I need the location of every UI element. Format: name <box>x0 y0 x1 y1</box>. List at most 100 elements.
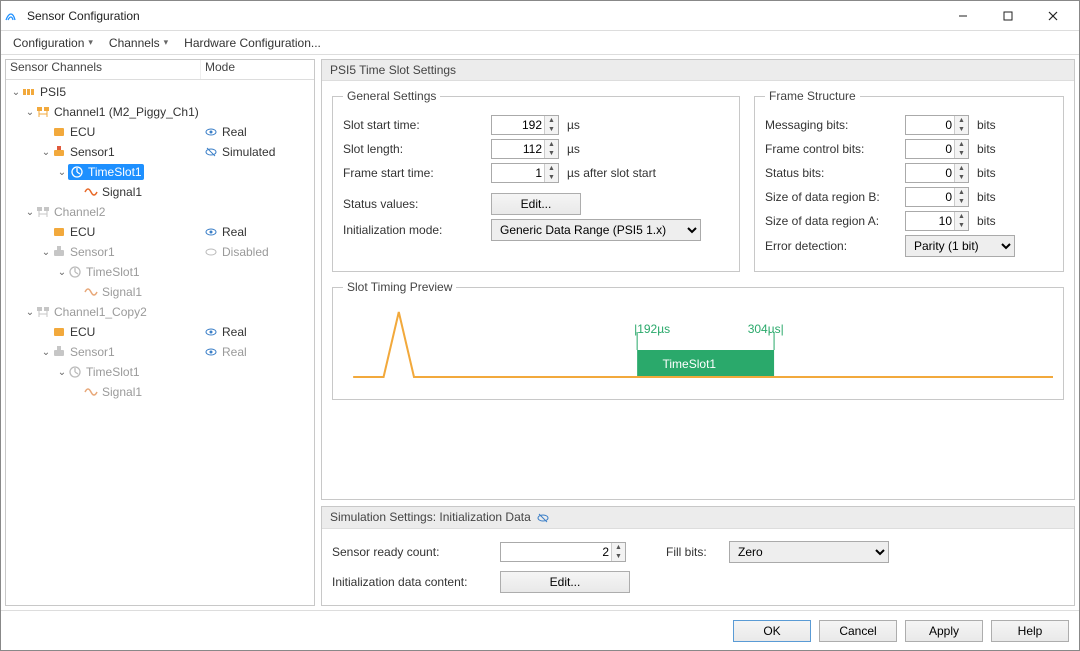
tree-node-channel1copy2[interactable]: ⌄ Channel1_Copy2 <box>6 302 314 322</box>
sensor-ready-label: Sensor ready count: <box>332 545 492 559</box>
spin-up-icon[interactable]: ▲ <box>545 140 558 149</box>
tree-node-ch1-timeslot[interactable]: ⌄ TimeSlot1 <box>6 162 314 182</box>
slot-timing-preview: |192µs 304µs| TimeSlot1 <box>343 302 1053 392</box>
tree-label: Channel1 (M2_Piggy_Ch1) <box>54 105 199 119</box>
sensor-icon <box>52 245 66 259</box>
spin-up-icon[interactable]: ▲ <box>545 164 558 173</box>
chevron-down-icon[interactable]: ⌄ <box>56 267 68 278</box>
slot-timing-preview-group: Slot Timing Preview |192µs 304µs| TimeSl… <box>332 280 1064 400</box>
tree-node-ch3-timeslot[interactable]: ⌄ TimeSlot1 <box>6 362 314 382</box>
ok-button[interactable]: OK <box>733 620 811 642</box>
err-det-select[interactable]: Parity (1 bit) <box>905 235 1015 257</box>
tree-node-channel2[interactable]: ⌄ Channel2 <box>6 202 314 222</box>
ecu-icon <box>52 325 66 339</box>
minimize-button[interactable] <box>940 2 985 30</box>
menu-hardware-configuration[interactable]: Hardware Configuration... <box>178 34 327 52</box>
tree-label: TimeSlot1 <box>88 165 142 179</box>
preview-start-marker: |192µs <box>634 322 670 336</box>
frame-structure-group: Frame Structure Messaging bits: ▲▼ bits … <box>754 89 1064 272</box>
fc-bits-input[interactable]: ▲▼ <box>905 139 969 159</box>
chevron-down-icon[interactable]: ⌄ <box>56 367 68 378</box>
spin-down-icon[interactable]: ▼ <box>955 125 968 134</box>
menu-configuration[interactable]: Configuration▾ <box>7 34 99 52</box>
psi5-icon <box>22 85 36 99</box>
spin-up-icon[interactable]: ▲ <box>955 188 968 197</box>
spin-down-icon[interactable]: ▼ <box>955 221 968 230</box>
chevron-down-icon[interactable]: ⌄ <box>24 207 36 218</box>
chevron-down-icon[interactable]: ⌄ <box>40 147 52 158</box>
tree-node-ch2-signal[interactable]: Signal1 <box>6 282 314 302</box>
maximize-button[interactable] <box>985 2 1030 30</box>
chevron-down-icon[interactable]: ⌄ <box>40 247 52 258</box>
spin-down-icon[interactable]: ▼ <box>955 173 968 182</box>
tree-node-ch3-signal[interactable]: Signal1 <box>6 382 314 402</box>
app-icon <box>5 8 21 24</box>
unit-label: bits <box>977 142 996 156</box>
cancel-button[interactable]: Cancel <box>819 620 897 642</box>
slot-length-input[interactable]: ▲▼ <box>491 139 559 159</box>
tree-node-channel1[interactable]: ⌄ Channel1 (M2_Piggy_Ch1) <box>6 102 314 122</box>
msg-bits-input[interactable]: ▲▼ <box>905 115 969 135</box>
tree-node-ch1-ecu[interactable]: ECU Real <box>6 122 314 142</box>
real-icon <box>204 225 218 239</box>
signal-icon <box>84 285 98 299</box>
init-mode-select[interactable]: Generic Data Range (PSI5 1.x) <box>491 219 701 241</box>
spin-up-icon[interactable]: ▲ <box>955 164 968 173</box>
spin-up-icon[interactable]: ▲ <box>955 140 968 149</box>
init-content-edit-button[interactable]: Edit... <box>500 571 630 593</box>
spin-down-icon[interactable]: ▼ <box>955 197 968 206</box>
close-button[interactable] <box>1030 2 1075 30</box>
tree-node-ch2-sensor[interactable]: ⌄ Sensor1 Disabled <box>6 242 314 262</box>
client-area: Sensor Channels Mode ⌄ PSI5 ⌄ Channel1 (… <box>1 55 1079 610</box>
spin-up-icon[interactable]: ▲ <box>955 212 968 221</box>
init-mode-label: Initialization mode: <box>343 223 483 237</box>
tree-node-ch3-sensor[interactable]: ⌄ Sensor1 Real <box>6 342 314 362</box>
spin-down-icon[interactable]: ▼ <box>545 173 558 182</box>
fill-bits-select[interactable]: Zero <box>729 541 889 563</box>
spin-down-icon[interactable]: ▼ <box>955 149 968 158</box>
chevron-down-icon[interactable]: ⌄ <box>40 347 52 358</box>
apply-button[interactable]: Apply <box>905 620 983 642</box>
chevron-down-icon[interactable]: ⌄ <box>10 87 22 98</box>
spin-up-icon[interactable]: ▲ <box>545 116 558 125</box>
sensor-ready-input[interactable]: ▲▼ <box>500 542 626 562</box>
tree[interactable]: ⌄ PSI5 ⌄ Channel1 (M2_Piggy_Ch1) ECU <box>6 80 314 605</box>
frame-start-input[interactable]: ▲▼ <box>491 163 559 183</box>
channel-icon <box>36 305 50 319</box>
slot-length-label: Slot length: <box>343 142 483 156</box>
tree-panel: Sensor Channels Mode ⌄ PSI5 ⌄ Channel1 (… <box>5 59 315 606</box>
chevron-down-icon[interactable]: ⌄ <box>24 107 36 118</box>
help-button[interactable]: Help <box>991 620 1069 642</box>
group-legend: General Settings <box>343 89 440 103</box>
chevron-down-icon[interactable]: ⌄ <box>24 307 36 318</box>
status-bits-input[interactable]: ▲▼ <box>905 163 969 183</box>
tree-label: Sensor1 <box>70 145 115 159</box>
simulated-icon <box>536 511 550 525</box>
region-b-label: Size of data region B: <box>765 190 897 204</box>
spin-up-icon[interactable]: ▲ <box>612 543 625 552</box>
disabled-icon <box>204 245 218 259</box>
tree-label: Signal1 <box>102 285 142 299</box>
status-values-edit-button[interactable]: Edit... <box>491 193 581 215</box>
tree-node-ch3-ecu[interactable]: ECU Real <box>6 322 314 342</box>
timeslot-settings-panel: PSI5 Time Slot Settings General Settings… <box>321 59 1075 500</box>
spin-up-icon[interactable]: ▲ <box>955 116 968 125</box>
spin-down-icon[interactable]: ▼ <box>612 552 625 561</box>
spin-down-icon[interactable]: ▼ <box>545 125 558 134</box>
region-a-label: Size of data region A: <box>765 214 897 228</box>
menu-channels[interactable]: Channels▾ <box>103 34 174 52</box>
tree-node-psi5[interactable]: ⌄ PSI5 <box>6 82 314 102</box>
chevron-down-icon[interactable]: ⌄ <box>56 167 68 178</box>
tree-label: Sensor1 <box>70 345 115 359</box>
spin-down-icon[interactable]: ▼ <box>545 149 558 158</box>
real-icon <box>204 345 218 359</box>
tree-node-ch1-sensor[interactable]: ⌄ Sensor1 Simulated <box>6 142 314 162</box>
slot-start-input[interactable]: ▲▼ <box>491 115 559 135</box>
tree-node-ch2-timeslot[interactable]: ⌄ TimeSlot1 <box>6 262 314 282</box>
tree-node-ch1-signal[interactable]: Signal1 <box>6 182 314 202</box>
tree-node-ch2-ecu[interactable]: ECU Real <box>6 222 314 242</box>
signal-icon <box>84 185 98 199</box>
region-a-input[interactable]: ▲▼ <box>905 211 969 231</box>
tree-header: Sensor Channels Mode <box>6 60 314 80</box>
region-b-input[interactable]: ▲▼ <box>905 187 969 207</box>
